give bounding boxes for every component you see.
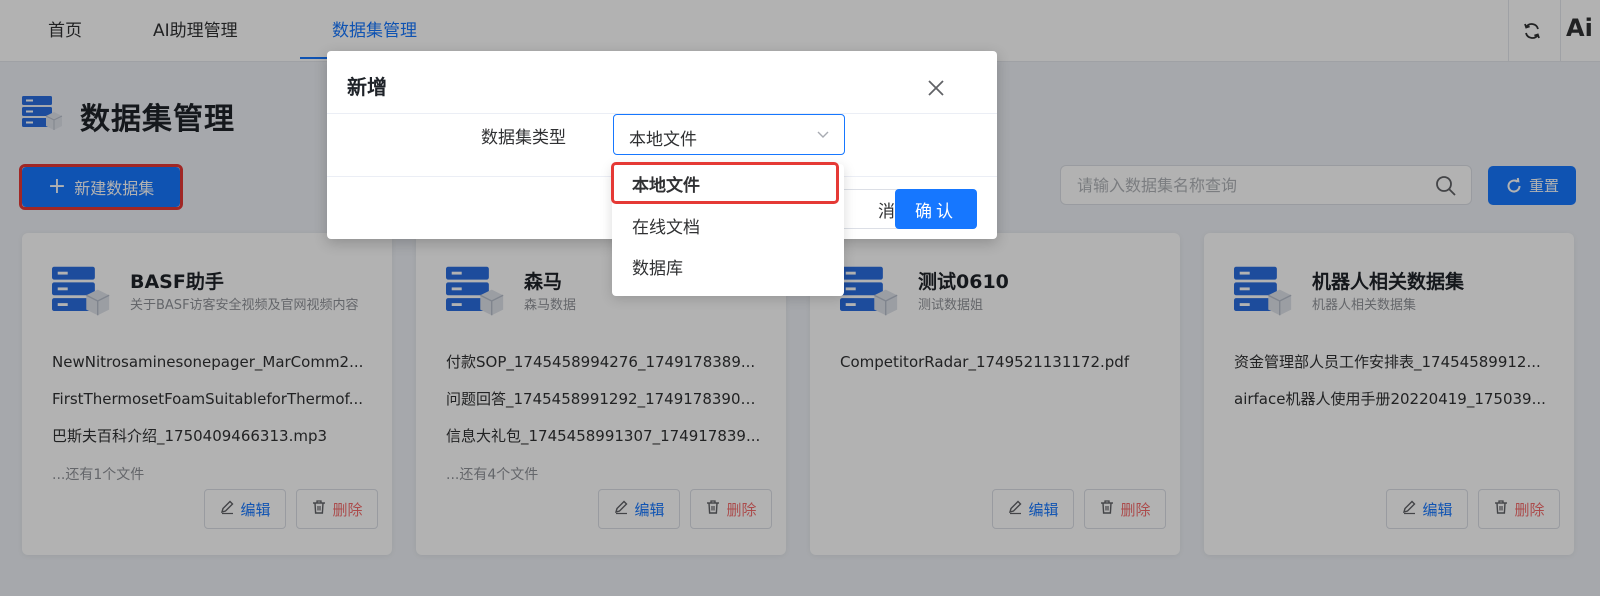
dropdown-option-database[interactable]: 数据库: [612, 249, 844, 289]
confirm-button[interactable]: 确认: [895, 189, 977, 229]
select-value: 本地文件: [629, 130, 697, 150]
close-icon: [928, 80, 944, 96]
close-button[interactable]: [924, 76, 948, 100]
dropdown-option-online-doc[interactable]: 在线文档: [612, 208, 844, 248]
dataset-type-label: 数据集类型: [481, 128, 566, 148]
chevron-down-icon: [817, 131, 829, 138]
highlight-frame: [611, 162, 839, 204]
dataset-type-select[interactable]: 本地文件: [613, 114, 845, 155]
dialog-title: 新增: [347, 75, 387, 99]
